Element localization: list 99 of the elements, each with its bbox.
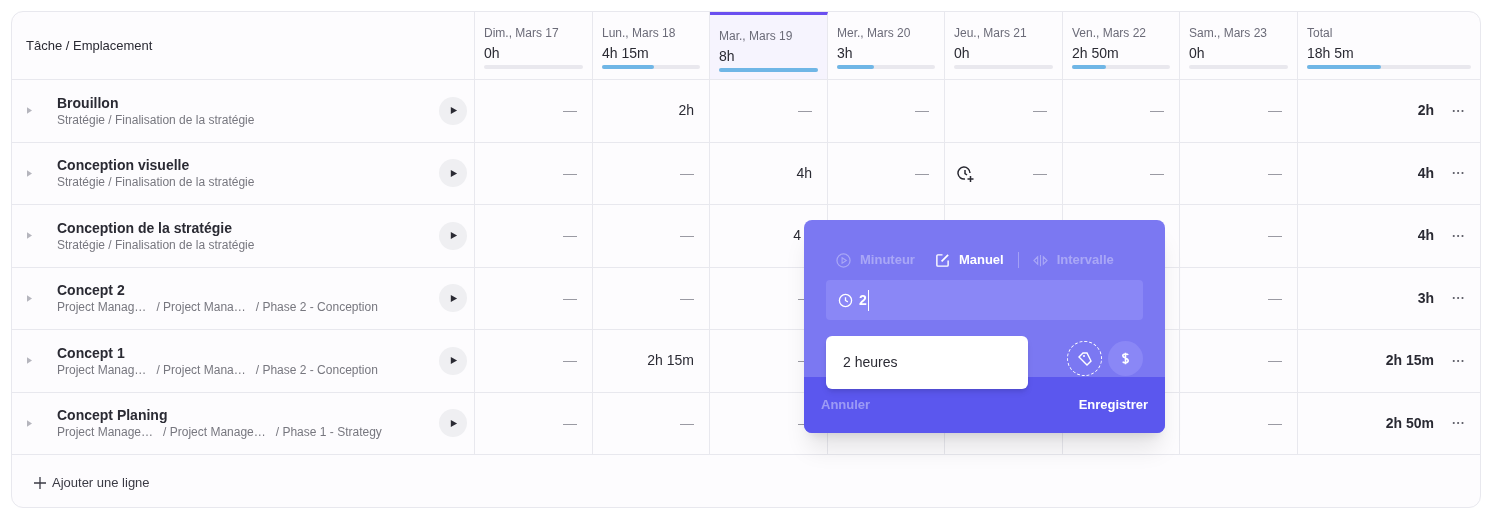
day-total: 8h	[719, 47, 736, 65]
time-entry[interactable]: —	[1268, 350, 1282, 372]
location-path: / Phase 1 - Strategy	[275, 424, 382, 441]
duration-suggestion[interactable]: 2 heures	[826, 336, 1028, 389]
time-entry[interactable]: —	[680, 287, 694, 309]
row-total: 2h 50m	[1385, 413, 1434, 433]
task-name[interactable]: Concept 2	[57, 281, 439, 300]
day-label: Ven., Mars 22	[1072, 26, 1148, 40]
day-total: 4h 15m	[602, 44, 650, 62]
cancel-button[interactable]: Annuler	[821, 395, 871, 415]
day-header[interactable]: Sam., Mars 23 0h	[1180, 12, 1298, 79]
time-entry[interactable]: —	[563, 225, 577, 247]
day-label: Mar., Mars 19	[719, 29, 794, 43]
play-icon	[448, 418, 458, 428]
play-button[interactable]	[439, 284, 467, 313]
day-header[interactable]: Jeu., Mars 21 0h	[945, 12, 1063, 79]
task-name[interactable]: Concept Planing	[57, 406, 439, 425]
duration-input[interactable]: 2	[826, 280, 1143, 320]
play-circle-icon	[836, 252, 851, 268]
day-header[interactable]: Ven., Mars 22 2h 50m	[1063, 12, 1180, 79]
time-entry[interactable]: —	[1268, 287, 1282, 309]
location-path: Project Manag…	[57, 361, 147, 378]
play-button[interactable]	[439, 96, 467, 125]
day-label: Dim., Mars 17	[484, 26, 560, 40]
day-total: 0h	[954, 44, 971, 62]
row-total: 4h	[1417, 163, 1434, 183]
row-total: 3h	[1417, 288, 1434, 308]
add-time-icon[interactable]	[957, 164, 975, 183]
day-total: 0h	[1189, 44, 1206, 62]
location-path: / Phase 2 - Conception	[255, 361, 378, 378]
time-entry[interactable]: —	[1150, 100, 1164, 122]
billable-icon[interactable]	[1108, 341, 1143, 376]
time-entry[interactable]: —	[680, 225, 694, 247]
plus-icon	[34, 476, 46, 489]
time-entry[interactable]: 2h 15m	[647, 350, 694, 372]
time-entry[interactable]: —	[1268, 162, 1282, 184]
time-entry[interactable]: 4	[793, 225, 801, 247]
mode-tab[interactable]: Manuel	[934, 250, 1004, 270]
task-name[interactable]: Conception visuelle	[57, 156, 439, 175]
day-total: 3h	[837, 44, 854, 62]
save-button[interactable]: Enregistrer	[1078, 395, 1148, 415]
day-label: Lun., Mars 18	[602, 26, 677, 40]
play-button[interactable]	[439, 409, 467, 438]
time-entry[interactable]: —	[563, 100, 577, 122]
day-total: 2h 50m	[1072, 44, 1120, 62]
add-row-button[interactable]: Ajouter une ligne	[34, 473, 150, 493]
location-path: Project Manag…	[57, 299, 147, 316]
time-entry[interactable]: —	[1268, 100, 1282, 122]
time-entry[interactable]: —	[1033, 100, 1047, 122]
time-entry[interactable]: —	[798, 100, 812, 122]
range-icon	[1032, 252, 1048, 268]
task-name[interactable]: Conception de la stratégie	[57, 218, 439, 237]
location-path: / Project Manage…	[163, 424, 266, 441]
location-path: / Project Mana…	[156, 361, 246, 378]
location-path: Stratégie / Finalisation de la stratégie	[57, 236, 255, 253]
location-path: Project Manage…	[57, 424, 154, 441]
time-entry[interactable]: 4h	[796, 162, 812, 184]
time-entry[interactable]: —	[680, 412, 694, 434]
day-header[interactable]: Dim., Mars 17 0h	[475, 12, 593, 79]
day-label: Mer., Mars 20	[837, 26, 912, 40]
task-name[interactable]: Concept 1	[57, 343, 439, 362]
play-icon	[448, 106, 458, 116]
day-label: Total	[1307, 26, 1334, 40]
time-entry[interactable]: —	[1033, 162, 1047, 184]
location-path: Stratégie / Finalisation de la stratégie	[57, 111, 255, 128]
location-path: / Project Mana…	[156, 299, 246, 316]
time-entry[interactable]: —	[1268, 412, 1282, 434]
day-total: 18h 5m	[1307, 44, 1355, 62]
day-header[interactable]: Mer., Mars 20 3h	[828, 12, 945, 79]
edit-icon	[934, 252, 950, 268]
time-entry[interactable]: —	[563, 162, 577, 184]
play-icon	[448, 293, 458, 303]
day-label: Jeu., Mars 21	[954, 26, 1028, 40]
row-total: 2h	[1417, 101, 1434, 121]
time-entry[interactable]: —	[915, 100, 929, 122]
time-entry[interactable]: —	[1150, 162, 1164, 184]
play-icon	[448, 231, 458, 241]
task-name[interactable]: Brouillon	[57, 93, 439, 112]
time-entry[interactable]: —	[563, 287, 577, 309]
play-button[interactable]	[439, 221, 467, 250]
time-entry[interactable]: —	[563, 350, 577, 372]
time-entry[interactable]: 2h	[678, 100, 694, 122]
row-total: 2h 15m	[1385, 351, 1434, 371]
day-label: Sam., Mars 23	[1189, 26, 1269, 40]
play-icon	[448, 356, 458, 366]
clock-icon	[838, 292, 853, 308]
column-header: Tâche / Emplacement	[26, 36, 153, 55]
location-path: / Phase 2 - Conception	[255, 299, 378, 316]
day-total: 0h	[484, 44, 501, 62]
play-button[interactable]	[439, 346, 467, 375]
time-entry[interactable]: —	[915, 162, 929, 184]
time-entry[interactable]: —	[1268, 225, 1282, 247]
location-path: Stratégie / Finalisation de la stratégie	[57, 174, 255, 191]
day-header[interactable]: Mar., Mars 19 8h	[710, 12, 828, 79]
time-entry[interactable]: —	[563, 412, 577, 434]
play-button[interactable]	[439, 159, 467, 188]
row-total: 4h	[1417, 226, 1434, 246]
play-icon	[448, 168, 458, 178]
time-entry[interactable]: —	[680, 162, 694, 184]
